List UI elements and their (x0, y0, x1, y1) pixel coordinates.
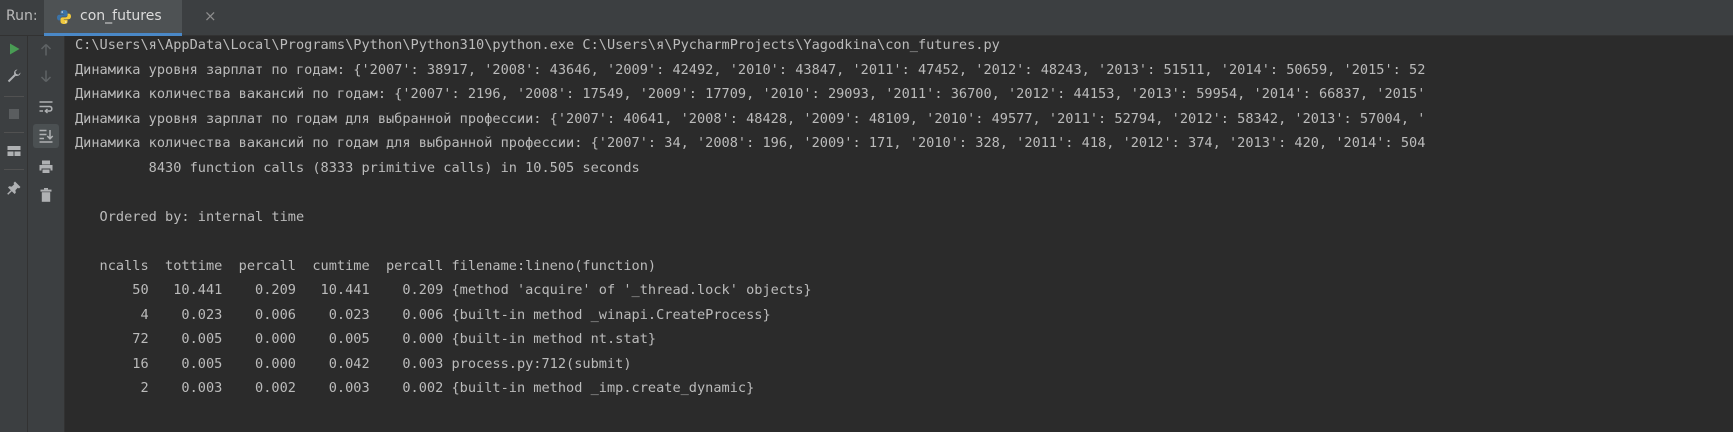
console-line: Динамика уровня зарплат по годам для выб… (75, 111, 1426, 127)
run-tool-window: Run: con_futures × C:\Users\я\AppData\Lo… (0, 0, 1733, 432)
console-line: 16 0.005 0.000 0.042 0.003 process.py:71… (75, 356, 632, 372)
console-line: Динамика количества вакансий по годам дл… (75, 135, 1426, 151)
console-line: 72 0.005 0.000 0.005 0.000 {built-in met… (75, 331, 657, 347)
wrench-icon[interactable] (3, 65, 25, 87)
console-line: 50 10.441 0.209 10.441 0.209 {method 'ac… (75, 282, 812, 298)
trash-icon[interactable] (35, 184, 57, 206)
run-icon[interactable] (3, 38, 25, 60)
console-output[interactable]: C:\Users\я\AppData\Local\Programs\Python… (65, 36, 1733, 432)
console-line: Динамика уровня зарплат по годам: {'2007… (75, 62, 1426, 78)
console-line: Ordered by: internal time (75, 209, 305, 225)
toolbar-separator (4, 132, 24, 133)
console-line: 8430 function calls (8333 primitive call… (75, 160, 640, 176)
arrow-down-icon[interactable] (35, 65, 57, 87)
console-line: Динамика количества вакансий по годам: {… (75, 86, 1426, 102)
console-line-command: C:\Users\я\AppData\Local\Programs\Python… (75, 37, 1000, 53)
tab-con-futures[interactable]: con_futures × (44, 0, 217, 36)
console-line: 4 0.023 0.006 0.023 0.006 {built-in meth… (75, 307, 771, 323)
print-icon[interactable] (35, 156, 57, 178)
console-line: 2 0.003 0.002 0.003 0.002 {built-in meth… (75, 380, 755, 396)
toolbar-separator (4, 96, 24, 97)
run-tab-bar: Run: con_futures × (0, 0, 1733, 36)
arrow-up-icon[interactable] (35, 39, 57, 61)
pin-icon[interactable] (3, 177, 25, 199)
console-line: ncalls tottime percall cumtime percall f… (75, 258, 657, 274)
python-icon (56, 9, 72, 25)
run-label: Run: (6, 8, 38, 24)
run-toolbar-left (0, 36, 28, 432)
stop-icon[interactable] (3, 103, 25, 125)
toolbar-separator (4, 169, 24, 170)
close-icon[interactable]: × (204, 7, 217, 25)
scroll-to-end-icon[interactable] (33, 124, 59, 148)
layout-icon[interactable] (3, 140, 25, 162)
console-toolbar (28, 36, 65, 432)
tab-label: con_futures (80, 8, 162, 24)
soft-wrap-icon[interactable] (35, 96, 57, 118)
